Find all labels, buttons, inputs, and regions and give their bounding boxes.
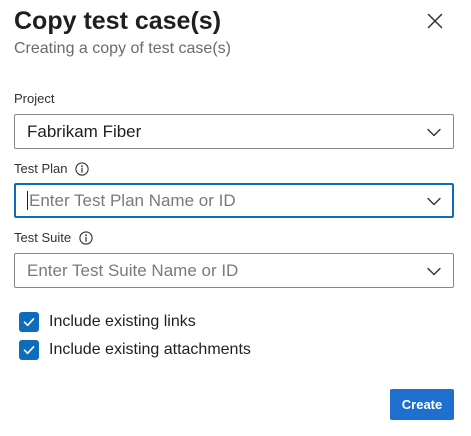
include-attachments-checkbox-row[interactable]: Include existing attachments [19, 339, 251, 361]
dialog-subtitle: Creating a copy of test case(s) [14, 40, 231, 57]
close-icon [427, 13, 443, 29]
test-plan-field[interactable]: Enter Test Plan Name or ID [27, 185, 236, 216]
info-icon[interactable] [75, 162, 90, 176]
chevron-down-icon [427, 197, 441, 206]
include-attachments-checkbox[interactable] [19, 340, 39, 360]
close-button[interactable] [422, 8, 448, 34]
create-button[interactable]: Create [390, 389, 454, 420]
chevron-down-icon [427, 267, 441, 276]
chevron-down-icon [427, 128, 441, 137]
test-suite-input[interactable]: Enter Test Suite Name or ID [14, 253, 454, 288]
project-label: Project [14, 90, 54, 108]
checkmark-icon [23, 318, 35, 327]
include-links-checkbox-row[interactable]: Include existing links [19, 311, 196, 333]
include-links-label: Include existing links [49, 313, 196, 330]
include-links-checkbox[interactable] [19, 312, 39, 332]
test-suite-label-text: Test Suite [14, 230, 72, 245]
test-suite-label: Test Suite [14, 229, 93, 247]
test-plan-placeholder: Enter Test Plan Name or ID [29, 191, 236, 210]
info-icon[interactable] [79, 231, 93, 245]
copy-test-cases-dialog: Copy test case(s) Creating a copy of tes… [0, 0, 471, 436]
project-label-text: Project [14, 91, 55, 106]
test-plan-label: Test Plan [14, 160, 90, 178]
test-plan-label-text: Test Plan [14, 161, 68, 176]
test-plan-input[interactable]: Enter Test Plan Name or ID [14, 183, 454, 218]
text-cursor [27, 191, 28, 211]
project-value: Fabrikam Fiber [27, 122, 142, 141]
include-attachments-label: Include existing attachments [49, 341, 251, 358]
test-suite-placeholder: Enter Test Suite Name or ID [27, 261, 239, 280]
project-dropdown[interactable]: Fabrikam Fiber [14, 114, 454, 149]
dialog-title: Copy test case(s) [14, 7, 222, 35]
checkmark-icon [23, 346, 35, 355]
